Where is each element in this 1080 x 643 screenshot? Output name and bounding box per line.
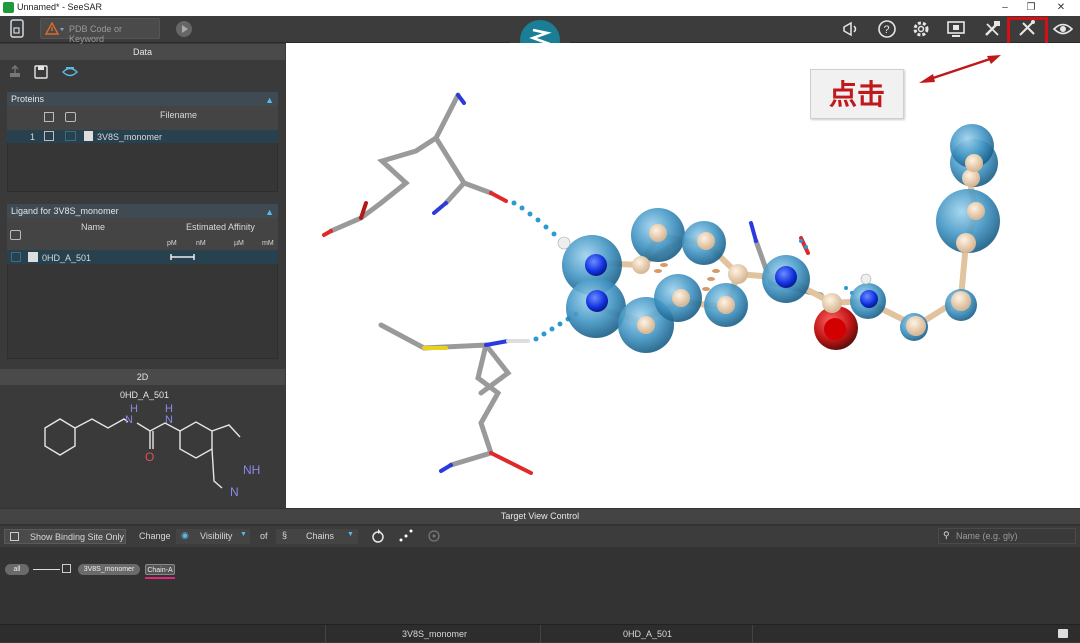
3d-viewport[interactable]	[286, 43, 1080, 508]
collapse-icon[interactable]: ▲	[265, 205, 274, 219]
chain-highlight-underline	[145, 577, 175, 579]
filter-view-icon[interactable]	[62, 65, 78, 79]
name-search-placeholder: Name (e.g. gly)	[956, 531, 1018, 541]
ligand-section-label: Ligand for 3V8S_monomer	[11, 206, 119, 216]
document-icon	[28, 252, 38, 262]
unit-nm: nM	[196, 240, 206, 247]
tools-icon[interactable]	[981, 18, 1003, 40]
unit-pm: pM	[167, 240, 177, 247]
megaphone-icon[interactable]	[840, 18, 862, 40]
tree-chain-node[interactable]: Chain-A	[145, 564, 175, 575]
tree-protein-node[interactable]: 3V8S_monomer	[78, 564, 140, 575]
atom-n-1: N	[125, 414, 133, 426]
close-button[interactable]: ✕	[1046, 0, 1076, 16]
document-icon	[84, 131, 93, 141]
status-protein: 3V8S_monomer	[402, 629, 468, 639]
protein-comment-icon[interactable]	[65, 131, 76, 141]
window-title: Unnamed* - SeeSAR	[17, 2, 103, 12]
name-search-input[interactable]: ⚲ Name (e.g. gly)	[938, 528, 1076, 544]
molecule-render	[322, 92, 1000, 475]
app-icon	[3, 2, 14, 13]
status-divider	[540, 625, 541, 643]
visibility-dropdown[interactable]: ◉ Visibility ▼	[176, 529, 250, 544]
unit-mm: mM	[262, 240, 274, 247]
atom-o: O	[145, 450, 155, 464]
upload-icon[interactable]	[8, 65, 22, 79]
of-label: of	[260, 531, 268, 541]
protein-view-icon[interactable]	[44, 112, 54, 122]
eye-icon[interactable]	[1052, 18, 1074, 40]
status-ligand: 0HD_A_501	[623, 629, 673, 639]
comment-icon[interactable]	[65, 112, 76, 122]
click-callout: 点击	[810, 69, 904, 119]
title-bar: Unnamed* - SeeSAR – ❐ ✕	[0, 0, 1080, 16]
tree-connector	[33, 569, 60, 570]
binding-site-icon	[10, 532, 19, 541]
ligand-2d-structure	[44, 418, 241, 489]
display-icon[interactable]	[945, 18, 967, 40]
visibility-eye-icon: ◉	[181, 530, 189, 540]
play-icon[interactable]	[175, 20, 193, 38]
ligand-name[interactable]: 0HD_A_501	[42, 253, 91, 263]
network-icon[interactable]	[426, 528, 442, 544]
atom-n-3: N	[230, 485, 239, 499]
protein-filename[interactable]: 3V8S_monomer	[97, 132, 162, 142]
help-icon[interactable]: ?	[876, 18, 898, 40]
chevron-down-icon: ▼	[347, 531, 354, 538]
status-bar: 3V8S_monomer 0HD_A_501	[0, 624, 1080, 643]
status-divider	[325, 625, 326, 643]
search-icon: ⚲	[943, 530, 950, 540]
show-binding-site-label: Show Binding Site Only	[30, 532, 125, 542]
chains-icon: §	[282, 530, 288, 540]
affinity-range-bar	[170, 253, 196, 261]
affinity-column-header: Estimated Affinity	[186, 222, 255, 232]
svg-text:?: ?	[884, 24, 890, 36]
ligand-checkbox[interactable]	[11, 252, 21, 262]
chains-label: Chains	[306, 531, 335, 541]
collapse-icon[interactable]: ▲	[265, 93, 274, 107]
atom-nh: NH	[243, 463, 261, 477]
reset-icon[interactable]	[370, 528, 386, 544]
unit-um: µM	[234, 240, 244, 247]
warning-icon	[44, 21, 64, 36]
status-divider	[752, 625, 753, 643]
data-panel-header: Data	[0, 44, 285, 60]
visibility-label: Visibility	[200, 531, 233, 541]
proteins-label: Proteins	[11, 94, 45, 104]
ligand-comment-icon[interactable]	[10, 230, 21, 240]
protein-visibility-icon[interactable]	[44, 131, 54, 141]
protein-node-icon	[62, 564, 71, 573]
filename-column-header: Filename	[160, 110, 198, 120]
chevron-down-icon: ▼	[240, 531, 247, 538]
ligand-header[interactable]: Ligand for 3V8S_monomer ▲	[7, 204, 278, 218]
save-icon[interactable]	[34, 65, 48, 79]
target-view-header: Target View Control	[0, 509, 1080, 524]
change-label: Change	[139, 531, 171, 541]
scatter-icon[interactable]	[398, 528, 414, 544]
show-binding-site-button[interactable]: Show Binding Site Only	[4, 529, 126, 544]
callout-arrow	[919, 55, 1001, 83]
maximize-button[interactable]: ❐	[1016, 0, 1046, 16]
name-column-header: Name	[81, 222, 106, 232]
search-placeholder: PDB Code or Keyword	[69, 24, 123, 44]
settings-icon[interactable]	[910, 18, 932, 40]
pdb-search-input[interactable]: PDB Code or Keyword	[40, 18, 160, 44]
atom-n-2: N	[165, 414, 173, 426]
file-icon[interactable]	[8, 19, 26, 39]
proteins-header[interactable]: Proteins ▲	[7, 92, 278, 106]
notification-icon[interactable]	[1058, 629, 1068, 638]
edit-tools-icon[interactable]	[1016, 18, 1038, 40]
chains-dropdown[interactable]: § Chains ▼	[276, 529, 358, 544]
tree-all-node[interactable]: all	[5, 564, 29, 575]
panel-2d-header: 2D	[0, 369, 285, 385]
protein-row-index: 1	[30, 132, 36, 142]
